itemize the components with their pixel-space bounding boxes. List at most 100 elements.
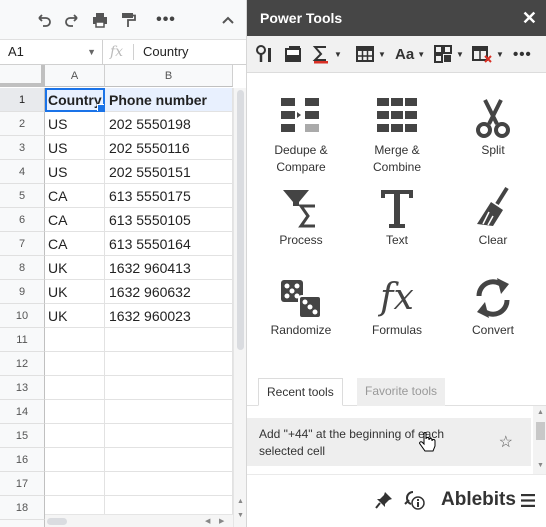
cell[interactable] [105,376,233,400]
cell[interactable]: US [45,112,105,136]
cell[interactable] [45,376,105,400]
tile-split[interactable]: Split [447,96,539,159]
cell[interactable]: 613 5550175 [105,184,233,208]
cell[interactable] [45,448,105,472]
vertical-scroll-thumb[interactable] [237,90,244,350]
recent-scrollbar[interactable]: ▲ ▼ [533,406,546,474]
scroll-left-arrow-icon[interactable]: ◀ [205,517,210,525]
row-header[interactable]: 5 [0,184,45,208]
row-header[interactable]: 16 [0,448,45,472]
redo-icon[interactable] [60,8,84,32]
row-header[interactable]: 19 [0,520,45,527]
star-icon[interactable]: ☆ [499,432,513,452]
select-all-corner[interactable] [0,65,45,87]
cell[interactable]: CA [45,232,105,256]
row-header[interactable]: 10 [0,304,45,328]
cell[interactable]: Phone number [105,88,233,112]
cell[interactable] [105,424,233,448]
tile-merge-combine[interactable]: Merge & Combine [351,96,443,176]
vertical-scrollbar[interactable]: ▲ ▼ [233,88,246,527]
cell[interactable]: 202 5550116 [105,136,233,160]
cell[interactable] [105,448,233,472]
row-header[interactable]: 6 [0,208,45,232]
cell[interactable] [45,424,105,448]
row-header[interactable]: 8 [0,256,45,280]
row-header[interactable]: 11 [0,328,45,352]
print-icon[interactable] [88,8,112,32]
tile-clear[interactable]: Clear [447,186,539,249]
cell-a1[interactable]: Country [45,88,105,112]
recent-scroll-thumb[interactable] [536,422,545,440]
menu-icon[interactable] [521,494,535,507]
cell[interactable]: 1632 960632 [105,280,233,304]
name-box[interactable]: A1 ▼ [0,40,103,64]
formula-input[interactable]: Country [143,40,189,64]
cell[interactable]: UK [45,280,105,304]
ablebits-logo[interactable]: Ablebits [441,489,516,511]
cell[interactable] [45,472,105,496]
row-header[interactable]: 13 [0,376,45,400]
search-replace-icon[interactable] [255,42,277,66]
tab-favorite-tools[interactable]: Favorite tools [357,378,446,406]
scroll-right-arrow-icon[interactable]: ▶ [219,517,224,525]
tab-recent-tools[interactable]: Recent tools [258,378,343,406]
scroll-up-arrow-icon[interactable]: ▲ [237,498,244,505]
sum-icon[interactable]: ▼ [311,42,342,66]
tile-convert[interactable]: Convert [447,276,539,339]
cell[interactable]: US [45,160,105,184]
horizontal-scroll-thumb[interactable] [47,518,67,525]
cell[interactable]: 202 5550198 [105,112,233,136]
tile-randomize[interactable]: Randomize [255,276,347,339]
scroll-up-arrow-icon[interactable]: ▲ [537,409,544,416]
row-header[interactable]: 3 [0,136,45,160]
close-icon[interactable]: ✕ [522,0,537,36]
cell[interactable]: 1632 960023 [105,304,233,328]
column-header-b[interactable]: B [105,65,233,87]
row-header[interactable]: 1 [0,88,45,112]
row-header[interactable]: 14 [0,400,45,424]
undo-icon[interactable] [32,8,56,32]
cell[interactable]: 1632 960413 [105,256,233,280]
cell[interactable] [105,400,233,424]
more-icon[interactable]: ••• [513,42,532,66]
row-header[interactable]: 12 [0,352,45,376]
horizontal-scrollbar[interactable]: ◀ ▶ [45,514,233,527]
help-info-icon[interactable] [403,490,425,510]
cell[interactable] [45,328,105,352]
cell[interactable] [105,328,233,352]
text-tools-button[interactable]: Aa ▼ [395,42,425,66]
tile-formulas[interactable]: fx Formulas [351,276,443,339]
tile-text[interactable]: Text [351,186,443,249]
collapse-icon[interactable] [216,8,240,32]
layout-icon[interactable]: ▼ [433,42,464,66]
row-header[interactable]: 18 [0,496,45,520]
scroll-down-arrow-icon[interactable]: ▼ [237,512,244,519]
cell[interactable]: US [45,136,105,160]
cell[interactable]: UK [45,304,105,328]
tile-dedupe-compare[interactable]: Dedupe & Compare [255,96,347,176]
cell[interactable]: 613 5550164 [105,232,233,256]
cell[interactable]: CA [45,184,105,208]
cell[interactable]: 202 5550151 [105,160,233,184]
sheets-icon[interactable] [283,42,303,66]
row-header[interactable]: 4 [0,160,45,184]
row-header[interactable]: 9 [0,280,45,304]
cell[interactable] [105,472,233,496]
list-item[interactable]: Add "+44" at the beginning of each selec… [247,418,531,466]
row-header[interactable]: 15 [0,424,45,448]
tile-process[interactable]: Process [255,186,347,249]
cell[interactable] [45,352,105,376]
row-header[interactable]: 7 [0,232,45,256]
pin-icon[interactable] [375,491,393,509]
cell[interactable]: CA [45,208,105,232]
row-header[interactable]: 2 [0,112,45,136]
more-icon[interactable]: ••• [154,8,178,32]
table-icon[interactable]: ▼ [355,42,386,66]
cell[interactable]: UK [45,256,105,280]
row-header[interactable]: 17 [0,472,45,496]
cell[interactable] [105,352,233,376]
cell[interactable] [45,400,105,424]
cell[interactable]: 613 5550105 [105,208,233,232]
scroll-down-arrow-icon[interactable]: ▼ [537,462,544,469]
paint-format-icon[interactable] [116,8,140,32]
